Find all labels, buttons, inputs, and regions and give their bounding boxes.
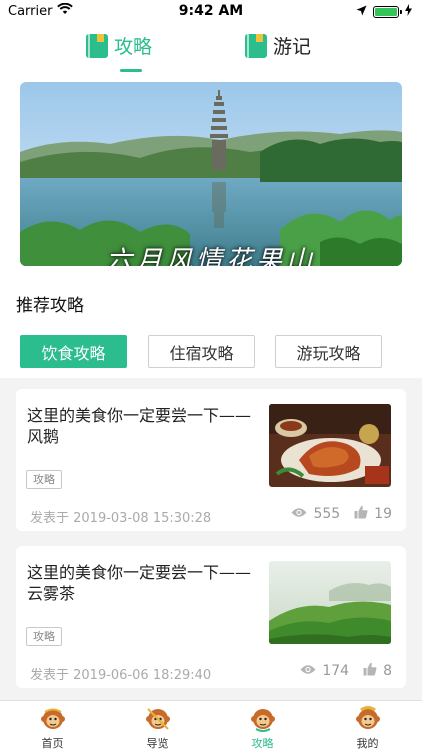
tabbar-label-mine: 我的 [356,737,379,750]
battery-icon [373,6,402,18]
monkey-icon [250,709,275,732]
eye-icon [300,663,316,679]
monkey-icon [355,706,380,729]
article-date: 发表于 2019-06-06 18:29:40 [30,668,212,683]
tab-travelogue-label: 游记 [273,36,312,58]
status-right-group [356,4,412,20]
tabbar-item-mine[interactable]: 我的 [315,705,420,750]
article-list: 这里的美食你一定要尝一下——风鹅 攻略 发表于 2019-03-08 15:30… [0,378,422,700]
tabbar-item-guide[interactable]: 导览 [105,705,210,750]
article-card[interactable]: 这里的美食你一定要尝一下——云雾茶 攻略 发表于 2019-06-06 18:2… [16,546,406,688]
tabbar-item-strategy[interactable]: 攻略 [210,705,315,750]
tea-field-photo [269,561,391,644]
like-count: 19 [374,506,392,522]
view-count: 555 [313,506,341,522]
active-tab-indicator [120,69,142,72]
article-stats: 174 8 [300,662,392,680]
article-thumbnail [269,404,391,487]
monkey-icon [40,708,65,729]
banner-title: 六月风情花果山 [105,246,316,266]
article-date: 发表于 2019-03-08 15:30:28 [30,511,212,526]
chip-lodging[interactable]: 住宿攻略 [148,335,255,368]
location-arrow-icon [356,5,367,20]
thumbs-up-icon[interactable] [363,662,377,680]
article-thumbnail [269,561,391,644]
section-title: 推荐攻略 [16,296,84,316]
chip-food[interactable]: 饮食攻略 [20,335,127,368]
category-filter: 饮食攻略 住宿攻略 游玩攻略 [20,335,382,369]
banner-image[interactable]: 六月风情花果山 [20,82,402,266]
banner-scenery [20,82,402,266]
view-count: 174 [322,663,350,679]
article-tag: 攻略 [26,627,62,646]
thumbs-up-icon[interactable] [354,505,368,523]
article-title: 这里的美食你一定要尝一下——云雾茶 [27,563,252,603]
battery-level-fill [375,8,397,16]
bottom-tab-bar: 首页 导览 攻略 我的 [0,700,422,750]
tab-strategy[interactable]: 攻略 [86,32,152,59]
top-tab-bar: 攻略 游记 [0,30,422,72]
article-title: 这里的美食你一定要尝一下——风鹅 [27,406,252,446]
status-bar: Carrier 9:42 AM [0,0,422,22]
article-tag: 攻略 [26,470,62,489]
tab-travelogue[interactable]: 游记 [245,32,311,59]
tabbar-item-home[interactable]: 首页 [0,705,105,750]
article-stats: 555 19 [291,505,392,523]
article-card[interactable]: 这里的美食你一定要尝一下——风鹅 攻略 发表于 2019-03-08 15:30… [16,389,406,531]
tabbar-label-home: 首页 [41,737,64,750]
chip-play[interactable]: 游玩攻略 [275,335,382,368]
like-count: 8 [383,663,392,679]
charging-bolt-icon [405,4,412,20]
food-photo [269,404,391,487]
tab-strategy-label: 攻略 [114,36,153,58]
tabbar-label-strategy: 攻略 [251,737,274,750]
monkey-icon [145,708,170,730]
tabbar-label-guide: 导览 [146,737,169,750]
book-icon [245,33,267,58]
eye-icon [291,506,307,522]
book-icon [86,33,108,58]
